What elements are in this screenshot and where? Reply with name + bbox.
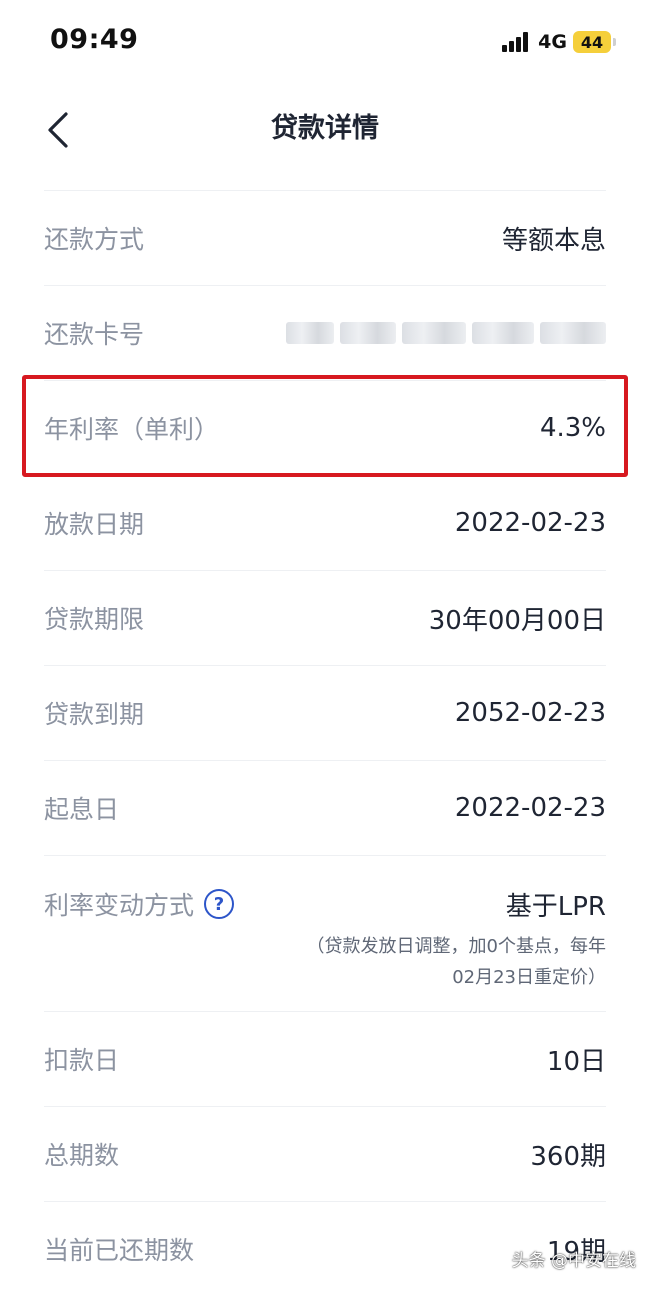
row-label: 年利率（单利） (44, 415, 220, 444)
row-value: 2022-02-23 (454, 793, 606, 823)
battery-level: 44 (573, 31, 611, 53)
status-indicators: 4G 44 (502, 28, 616, 56)
row-label: 还款卡号 (44, 320, 145, 349)
rate-change-note: （贷款发放日调整，加0个基点，每年02月23日重定价） (306, 936, 606, 988)
row-interest-start-date: 起息日 2022-02-23 (44, 760, 606, 855)
row-label: 当前已还期数 (44, 1236, 195, 1265)
row-disbursement-date: 放款日期 2022-02-23 (44, 475, 606, 570)
row-value: 10日 (546, 1046, 606, 1077)
page-title: 贷款详情 (271, 113, 379, 144)
row-total-periods: 总期数 360期 (44, 1106, 606, 1201)
row-value: 4.3% (539, 413, 606, 443)
row-repayment-card: 还款卡号 (44, 285, 606, 380)
signal-icon (502, 32, 530, 52)
row-label: 总期数 (44, 1141, 120, 1170)
row-label: 利率变动方式 ? (44, 886, 235, 922)
row-label-text: 利率变动方式 (44, 891, 195, 920)
row-loan-term: 贷款期限 30年00月00日 (44, 570, 606, 665)
row-label: 起息日 (44, 795, 120, 824)
status-time: 09:49 (50, 24, 139, 55)
card-number-blurred (280, 318, 606, 348)
row-label: 扣款日 (44, 1046, 120, 1075)
row-rate-change-method: 利率变动方式 ? 基于LPR （贷款发放日调整，加0个基点，每年02月23日重定… (44, 855, 606, 1011)
status-bar: 09:49 4G 44 (0, 0, 650, 84)
watermark: 头条 @中安在线 (511, 1251, 636, 1271)
question-circle-icon[interactable]: ? (204, 889, 235, 919)
row-label: 贷款期限 (44, 605, 145, 634)
row-value: 等额本息 (501, 225, 606, 256)
row-label: 贷款到期 (44, 700, 145, 729)
row-value: 2052-02-23 (454, 698, 606, 728)
loan-detail-list: 还款方式 等额本息 还款卡号 年利率（单利） 4.3% 放款日期 2022-02… (44, 190, 606, 1291)
row-label: 还款方式 (44, 225, 145, 254)
row-value: 360期 (530, 1141, 606, 1172)
row-debit-day: 扣款日 10日 (44, 1011, 606, 1106)
row-value: 基于LPR (505, 892, 606, 922)
network-label: 4G (538, 31, 567, 53)
row-repayment-method: 还款方式 等额本息 (44, 190, 606, 285)
row-value: 30年00月00日 (428, 605, 606, 636)
row-label: 放款日期 (44, 510, 145, 539)
row-annual-rate: 年利率（单利） 4.3% (44, 380, 606, 475)
row-value: 2022-02-23 (454, 508, 606, 538)
nav-bar: 贷款详情 (0, 84, 650, 190)
row-maturity-date: 贷款到期 2052-02-23 (44, 665, 606, 760)
rate-change-value-block: 基于LPR （贷款发放日调整，加0个基点，每年02月23日重定价） (296, 886, 606, 993)
battery-icon: 44 (573, 31, 616, 53)
